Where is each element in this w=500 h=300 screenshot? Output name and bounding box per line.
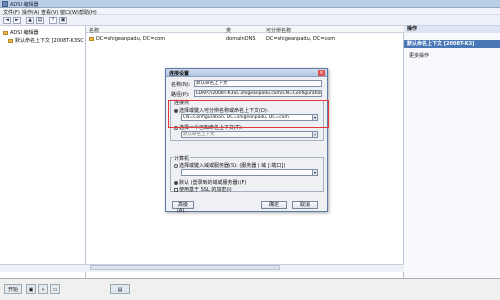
back-icon[interactable]: ◄ xyxy=(3,17,11,24)
chevron-down-icon[interactable]: ▾ xyxy=(312,170,317,175)
known-context-combobox[interactable]: 默认命名上下文 ▾ xyxy=(181,131,318,138)
window-titlebar: ADSI 编辑器 xyxy=(0,0,500,8)
app-icon xyxy=(2,1,8,7)
tree-node-default-naming-context[interactable]: 默认命名上下文 [2008T-K3SC xyxy=(8,37,84,44)
close-icon[interactable]: × xyxy=(318,70,325,76)
computer-option1-radio[interactable]: 选择或键入域或服务器(S): (服务器 | 域 [:端口]) xyxy=(174,162,285,169)
computer-option2-radio[interactable]: 默认 (登录到的域或服务器)(F) xyxy=(174,179,246,186)
tree-pane: ADSI 编辑器 默认命名上下文 [2008T-K3SC xyxy=(0,26,86,278)
tree-root[interactable]: ADSI 编辑器 xyxy=(3,29,39,36)
column-dn[interactable]: 可分辨名称 xyxy=(266,27,291,34)
help-icon[interactable]: ? xyxy=(49,17,57,24)
name-label: 名称(N): xyxy=(171,82,191,88)
highlight-box xyxy=(168,100,329,128)
server-combobox[interactable]: ▾ xyxy=(181,169,318,176)
chevron-down-icon[interactable]: ▾ xyxy=(312,132,317,137)
dialog-title: 连接设置 xyxy=(169,71,190,77)
list-header: 名称 类 可分辨名称 xyxy=(86,26,404,34)
adsi-icon xyxy=(3,30,8,35)
start-button[interactable]: 开始 xyxy=(4,284,22,294)
adsi-task-icon[interactable]: ▤ xyxy=(110,284,130,294)
properties-icon[interactable]: ▤ xyxy=(36,17,44,24)
path-field: LDAP://2008T-K3SC.shigeanpadu.com/CN=Con… xyxy=(194,90,322,97)
forward-icon[interactable]: ► xyxy=(13,17,21,24)
actions-selected-item[interactable]: 默认命名上下文 [2008T-K3] xyxy=(404,40,500,48)
folder-icon xyxy=(89,36,94,41)
column-class[interactable]: 类 xyxy=(226,27,231,34)
dialog-titlebar: 连接设置 × xyxy=(166,69,327,77)
name-input[interactable]: 默认命名上下文 xyxy=(194,80,322,87)
ssl-checkbox[interactable]: 使用基于 SSL 的加密(I) xyxy=(174,186,232,193)
path-label: 路径(P): xyxy=(171,92,190,98)
window-title: ADSI 编辑器 xyxy=(10,2,39,8)
cancel-button[interactable]: 取消 xyxy=(292,201,318,209)
connection-settings-dialog: 连接设置 × 名称(N): 默认命名上下文 路径(P): LDAP://2008… xyxy=(165,68,328,214)
column-name[interactable]: 名称 xyxy=(89,27,99,34)
actions-header: 操作 xyxy=(404,26,500,33)
cell-name: DC=shigeanpadu, DC=com xyxy=(89,36,165,42)
menu-bar: 文件(F) 操作(A) 查看(V) 窗口(W) 帮助(H) xyxy=(0,8,500,16)
folder-icon xyxy=(8,38,13,43)
list-item[interactable]: DC=shigeanpadu, DC=com domainDNS DC=shig… xyxy=(86,36,404,42)
console-icon[interactable]: ▣ xyxy=(59,17,67,24)
cell-class: domainDNS xyxy=(226,36,256,42)
computer-label: 计算机 xyxy=(173,155,191,162)
toolbar: ◄ ► ▲ ▤ ? ▣ xyxy=(0,15,500,26)
advanced-button[interactable]: 高级(A)... xyxy=(172,201,194,214)
powershell-icon[interactable]: » xyxy=(38,284,48,294)
more-actions-link[interactable]: 更多操作 xyxy=(409,52,429,59)
explorer-icon[interactable]: ▭ xyxy=(50,284,60,294)
horizontal-scrollbar[interactable] xyxy=(90,265,280,270)
server-manager-icon[interactable]: ▣ xyxy=(26,284,36,294)
taskbar: 开始 ▣ » ▭ ▤ xyxy=(0,278,500,300)
cell-dn: DC=shigeanpadu, DC=com xyxy=(266,36,336,42)
up-icon[interactable]: ▲ xyxy=(26,17,34,24)
actions-pane: 操作 默认命名上下文 [2008T-K3] 更多操作 xyxy=(404,26,500,278)
ok-button[interactable]: 确定 xyxy=(261,201,287,209)
